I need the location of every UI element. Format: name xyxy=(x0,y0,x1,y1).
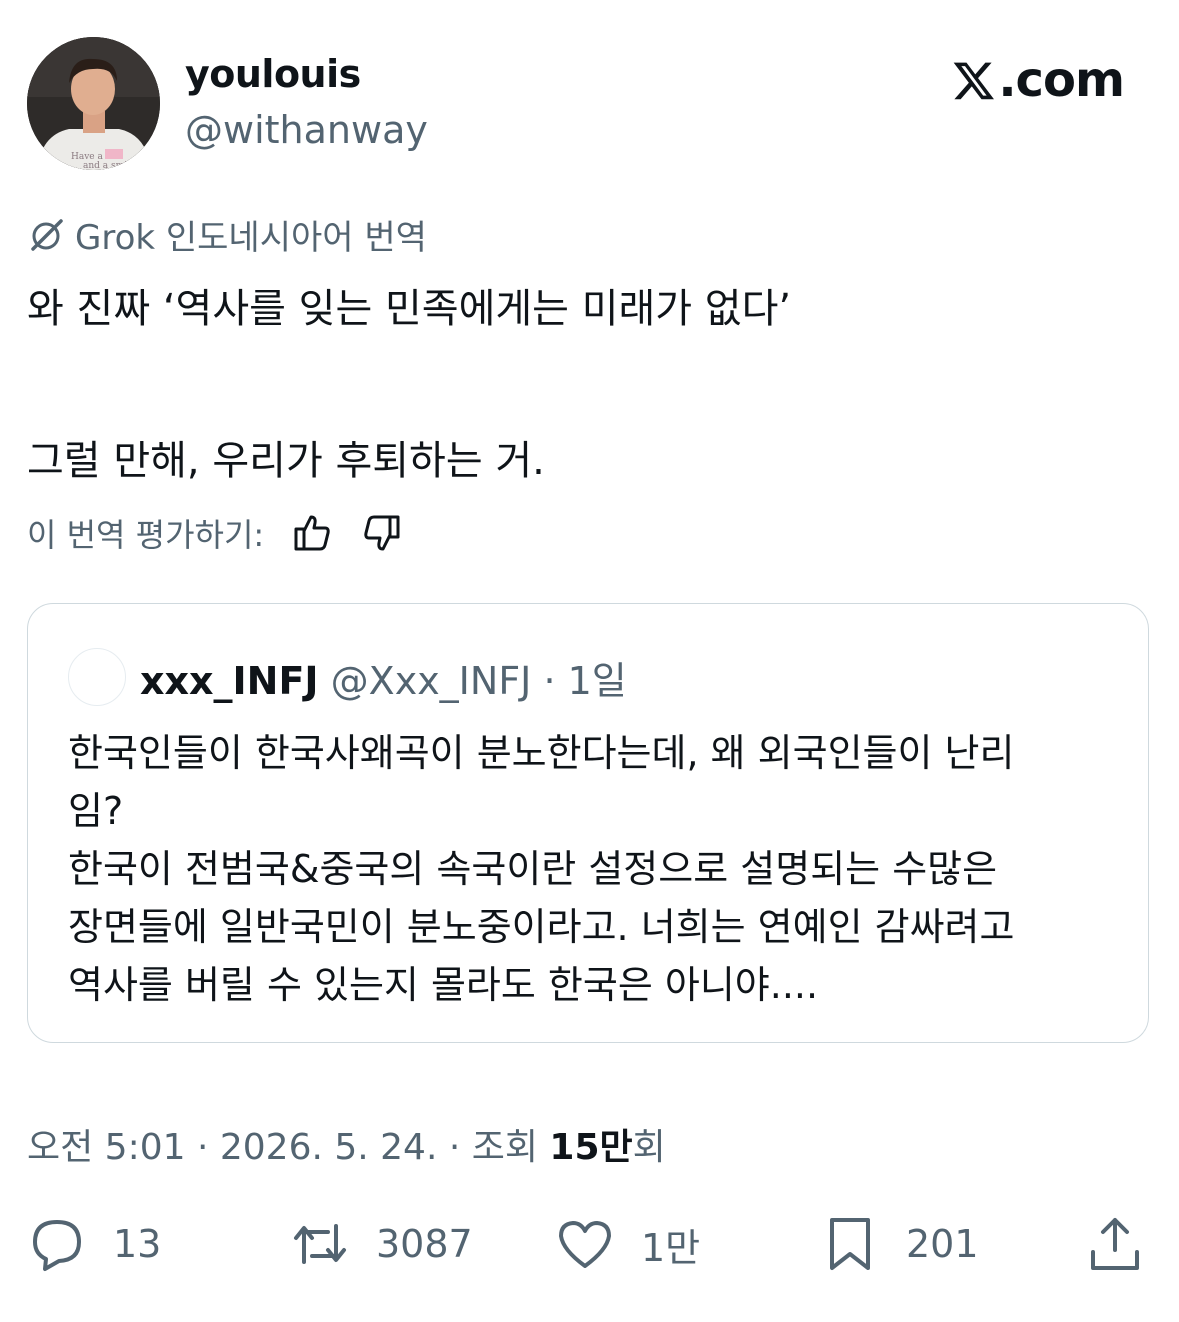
display-name[interactable]: youlouis xyxy=(185,52,361,96)
quoted-header: xxx_INFJ @Xxx_INFJ · 1일 xyxy=(140,650,627,705)
view-suffix: 회 xyxy=(632,1127,666,1168)
quoted-text-line: 한국이 전범국&중국의 속국이란 설정으로 설명되는 수많은 xyxy=(68,847,998,891)
share-button[interactable] xyxy=(1085,1214,1145,1274)
tweet-meta: 오전 5:01 · 2026. 5. 24. · 조회 15만회 xyxy=(27,1118,666,1170)
quoted-text-line: 역사를 버릴 수 있는지 몰라도 한국은 아니야.... xyxy=(68,963,819,1007)
reply-button[interactable]: 13 xyxy=(27,1214,161,1274)
share-icon xyxy=(1091,1218,1139,1270)
bookmark-count: 201 xyxy=(906,1222,979,1266)
x-logo-icon xyxy=(953,62,995,100)
user-handle[interactable]: @withanway xyxy=(185,108,428,152)
quoted-text-line: 한국인들이 한국사왜곡이 분노한다는데, 왜 외국인들이 난리 xyxy=(68,731,1015,775)
quoted-tweet[interactable]: xxx_INFJ @Xxx_INFJ · 1일 한국인들이 한국사왜곡이 분노한… xyxy=(27,603,1149,1043)
translation-text: Grok 인도네시아어 번역 xyxy=(75,218,427,258)
quoted-text-line: 임? xyxy=(68,789,124,833)
rate-translation: 이 번역 평가하기: xyxy=(27,510,404,556)
retweet-button[interactable]: 3087 xyxy=(290,1214,473,1274)
thumbs-up-icon[interactable] xyxy=(290,511,334,555)
grok-translation-label[interactable]: Grok 인도네시아어 번역 xyxy=(27,210,427,259)
tweet-text-line-2: 그럴 만해, 우리가 후퇴하는 거. xyxy=(27,438,545,484)
reply-count: 13 xyxy=(113,1222,162,1266)
profile-photo: Have a and a smile xyxy=(27,37,160,170)
timestamp: 오전 5:01 · 2026. 5. 24. · 조회 xyxy=(27,1127,550,1168)
heart-icon xyxy=(559,1221,611,1268)
thumbs-down-icon[interactable] xyxy=(360,511,404,555)
bookmark-icon xyxy=(830,1218,870,1270)
quoted-avatar xyxy=(68,648,126,706)
tweet-text-line-1: 와 진짜 ‘역사를 잊는 민족에게는 미래가 없다’ xyxy=(27,286,792,332)
retweet-count: 3087 xyxy=(376,1222,473,1266)
quoted-display-name[interactable]: xxx_INFJ xyxy=(140,659,319,703)
bookmark-button[interactable]: 201 xyxy=(820,1214,979,1274)
view-count: 15만 xyxy=(549,1127,633,1168)
x-com-brand: .com xyxy=(952,52,1125,108)
like-button[interactable]: 1만 xyxy=(555,1214,700,1274)
retweet-icon xyxy=(294,1224,346,1264)
svg-text:and a smile: and a smile xyxy=(83,161,135,170)
reply-icon xyxy=(33,1220,81,1271)
grok-icon xyxy=(31,218,63,251)
avatar[interactable]: Have a and a smile xyxy=(27,37,160,170)
rate-label: 이 번역 평가하기: xyxy=(27,516,265,554)
brand-text: .com xyxy=(998,52,1125,108)
quoted-text-line: 장면들에 일반국민이 분노중이라고. 너희는 연예인 감싸려고 xyxy=(68,905,1015,949)
quoted-handle-time: @Xxx_INFJ · 1일 xyxy=(330,659,627,703)
like-count: 1만 xyxy=(641,1225,701,1270)
